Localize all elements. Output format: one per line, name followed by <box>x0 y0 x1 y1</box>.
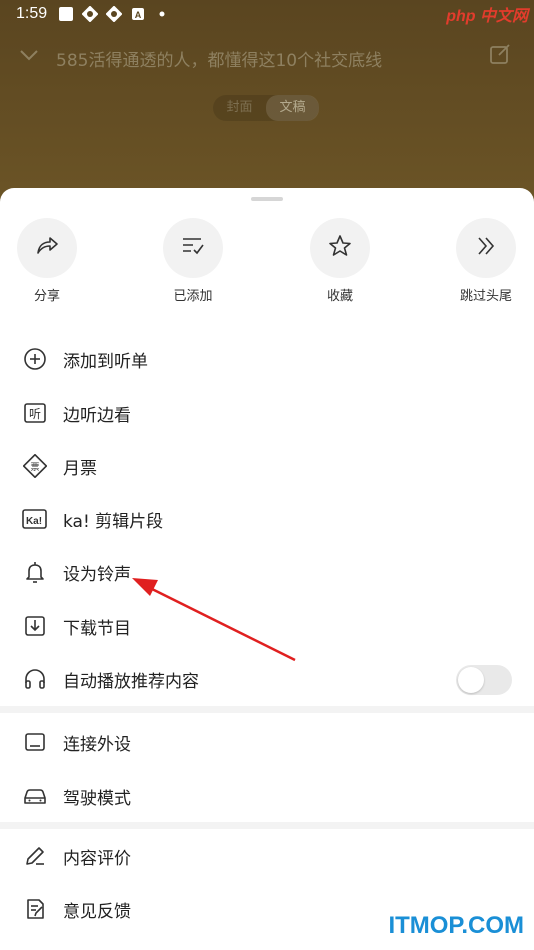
device-icon <box>22 729 48 755</box>
collapse-chevron-icon[interactable] <box>18 44 40 70</box>
status-icons: A <box>58 6 170 22</box>
menu-label: 设为铃声 <box>63 565 131 585</box>
autoplay-toggle[interactable] <box>456 665 512 695</box>
skip-label: 跳过头尾 <box>459 289 512 304</box>
menu-label: 内容评价 <box>63 849 131 869</box>
menu-download[interactable]: 下载节目 <box>0 600 534 650</box>
car-icon <box>22 783 48 809</box>
menu-monthly-ticket[interactable]: 票 月票 <box>0 440 534 490</box>
dot-icon <box>154 6 170 22</box>
square-notification-icon <box>58 6 74 22</box>
menu-label: 添加到听单 <box>63 352 148 372</box>
menu-label: ka! 剪辑片段 <box>63 512 164 532</box>
menu-label: 连接外设 <box>63 735 131 755</box>
cover-script-switch: 封面 文稿 <box>213 95 319 121</box>
ka-clip-icon: Ka! <box>22 506 48 532</box>
status-bar: 1:59 A php 中文网 <box>0 0 534 28</box>
svg-text:票: 票 <box>30 462 39 473</box>
listen-read-icon: 听 <box>22 400 48 426</box>
menu-set-ringtone[interactable]: 设为铃声 <box>0 546 534 596</box>
added-label: 已添加 <box>173 289 213 304</box>
menu-content-rating[interactable]: 内容评价 <box>0 830 534 880</box>
tab-cover[interactable]: 封面 <box>213 95 266 121</box>
download-icon <box>22 613 48 639</box>
menu-label: 自动播放推荐内容 <box>63 672 199 692</box>
pen-icon <box>22 843 48 869</box>
favorite-button[interactable]: 收藏 <box>300 218 380 304</box>
svg-text:A: A <box>135 10 142 20</box>
menu-listen-and-read[interactable]: 听 边听边看 <box>0 387 534 437</box>
svg-text:Ka!: Ka! <box>26 516 42 527</box>
ticket-icon: 票 <box>22 453 48 479</box>
menu-label: 边听边看 <box>63 406 131 426</box>
section-divider <box>0 822 534 829</box>
a-notification-icon: A <box>130 6 146 22</box>
watermark-bottom: ITMOP.COM <box>388 912 524 939</box>
watermark-top: php 中文网 <box>446 8 528 25</box>
skip-intro-outro-button[interactable]: 跳过头尾 <box>446 218 526 304</box>
menu-label: 下载节目 <box>63 619 131 639</box>
menu-label: 意见反馈 <box>63 902 131 922</box>
skip-forward-icon <box>473 233 499 263</box>
menu-label: 月票 <box>63 459 97 479</box>
page-title: 585活得通透的人，都懂得这10个社交底线 <box>56 51 383 71</box>
menu-autoplay-recommended: 自动播放推荐内容 <box>0 653 534 703</box>
feedback-icon <box>22 896 48 922</box>
quick-actions: 分享 已添加 收藏 跳过头尾 <box>0 218 534 308</box>
share-label: 分享 <box>33 289 60 304</box>
more-options-sheet: 分享 已添加 收藏 跳过头尾 添加到听单 听 边听边看 票 月票 Ka! ka!… <box>0 188 534 950</box>
menu-connect-device[interactable]: 连接外设 <box>0 716 534 766</box>
headphones-icon <box>22 666 48 692</box>
added-button[interactable]: 已添加 <box>153 218 233 304</box>
toggle-knob <box>458 667 484 693</box>
menu-driving-mode[interactable]: 驾驶模式 <box>0 770 534 820</box>
app-notification-icon <box>82 6 98 22</box>
tab-script[interactable]: 文稿 <box>266 95 319 121</box>
plus-circle-icon <box>22 346 48 372</box>
header: 585活得通透的人，都懂得这10个社交底线 <box>0 38 534 74</box>
sheet-handle[interactable] <box>251 197 283 201</box>
bell-icon <box>22 559 48 585</box>
edit-icon[interactable] <box>488 42 512 70</box>
added-list-icon <box>180 233 206 263</box>
menu-label: 驾驶模式 <box>63 789 131 809</box>
share-button[interactable]: 分享 <box>7 218 87 304</box>
star-icon <box>327 233 353 263</box>
status-time: 1:59 <box>16 5 48 22</box>
share-icon <box>34 233 60 263</box>
menu-add-to-playlist[interactable]: 添加到听单 <box>0 333 534 383</box>
section-divider <box>0 706 534 713</box>
app-notification-icon <box>106 6 122 22</box>
favorite-label: 收藏 <box>326 289 353 304</box>
svg-text:听: 听 <box>29 407 41 421</box>
menu-ka-clip[interactable]: Ka! ka! 剪辑片段 <box>0 493 534 543</box>
